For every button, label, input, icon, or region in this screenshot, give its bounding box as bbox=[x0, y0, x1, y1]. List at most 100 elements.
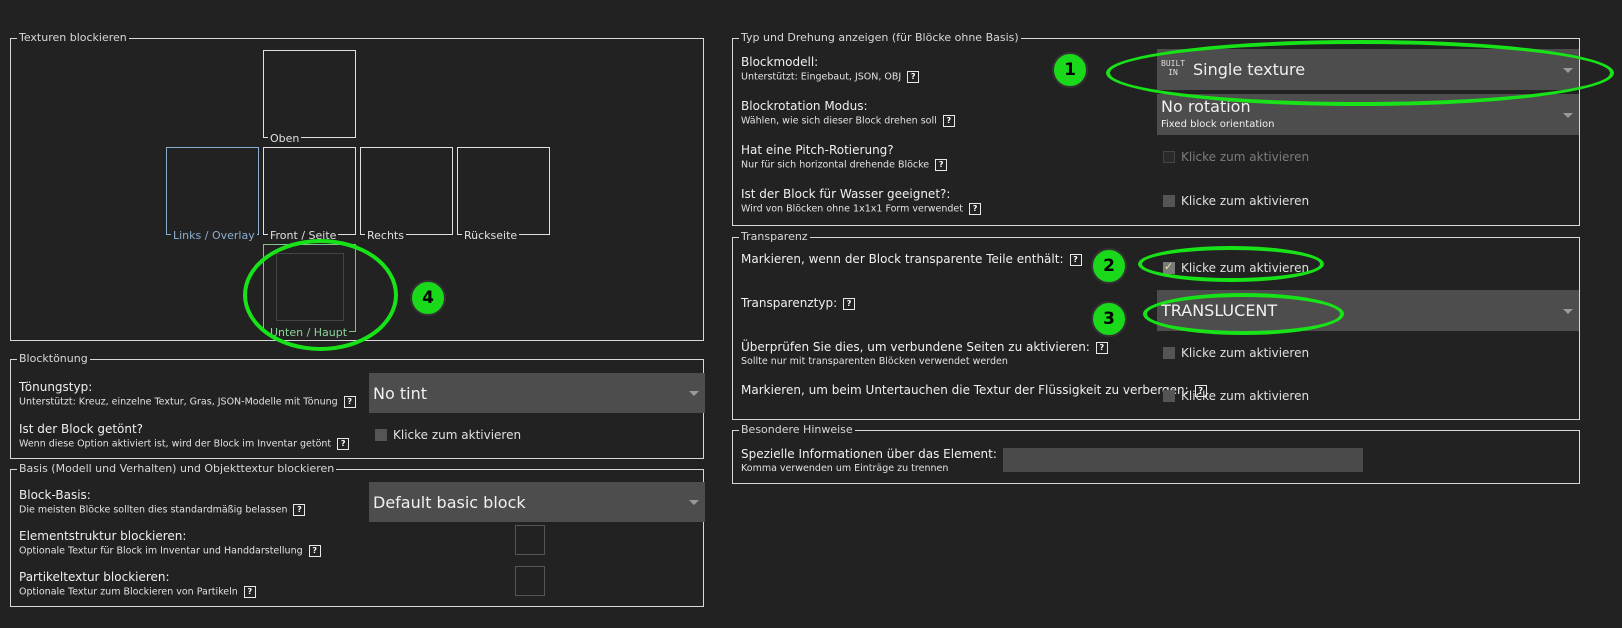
connected-checkbox[interactable]: Klicke zum aktivieren bbox=[1163, 346, 1309, 360]
help-icon[interactable]: ? bbox=[343, 396, 356, 408]
help-icon[interactable]: ? bbox=[935, 159, 948, 171]
water-checkbox[interactable]: Klicke zum aktivieren bbox=[1163, 194, 1309, 208]
annotation-ellipse-4 bbox=[243, 239, 398, 351]
help-icon[interactable]: ? bbox=[969, 203, 982, 215]
model-sub: Unterstützt: Eingebaut, JSON, OBJ? bbox=[741, 71, 920, 83]
model-row: Blockmodell: Unterstützt: Eingebaut, JSO… bbox=[741, 55, 920, 83]
water-check-label: Klicke zum aktivieren bbox=[1181, 194, 1310, 208]
is-tinted-row: Ist der Block getönt? Wenn diese Option … bbox=[19, 422, 350, 450]
particle-texture-row: Partikeltextur blockieren: Optionale Tex… bbox=[19, 570, 256, 598]
rotation-sub: Wählen, wie sich dieser Block drehen sol… bbox=[741, 115, 955, 127]
annotation-badge-4: 4 bbox=[410, 280, 446, 316]
checkbox-box[interactable] bbox=[1163, 195, 1175, 207]
annotation-ellipse-1 bbox=[1106, 40, 1614, 106]
transparency-type-row: Transparenztyp:? bbox=[741, 296, 856, 310]
particle-texture-sub: Optionale Textur zum Blockieren von Part… bbox=[19, 586, 256, 598]
help-icon[interactable]: ? bbox=[1095, 341, 1108, 354]
is-tinted-checkbox[interactable]: Klicke zum aktivieren bbox=[375, 428, 521, 442]
texture-slot-top-label: Oben bbox=[268, 132, 302, 145]
chevron-down-icon bbox=[689, 391, 699, 396]
base-dropdown[interactable]: Default basic block bbox=[369, 482, 705, 522]
tint-panel-title: Blocktönung bbox=[17, 352, 90, 365]
info-input[interactable] bbox=[1003, 448, 1363, 472]
base-value: Default basic block bbox=[373, 493, 526, 512]
connected-label: Überprüfen Sie dies, um verbundene Seite… bbox=[741, 340, 1108, 354]
help-icon[interactable]: ? bbox=[907, 71, 920, 83]
has-transparency-row: Markieren, wenn der Block transparente T… bbox=[741, 252, 1082, 266]
texture-slot-right-label: Rechts bbox=[365, 229, 406, 242]
item-texture-slot[interactable] bbox=[515, 525, 545, 555]
info-sub: Komma verwenden um Einträge zu trennen bbox=[741, 463, 949, 474]
texture-slot-back-label: Rückseite bbox=[462, 229, 520, 242]
checkbox-box[interactable] bbox=[1163, 151, 1175, 163]
pitch-checkbox[interactable]: Klicke zum aktivieren bbox=[1163, 150, 1309, 164]
has-transparency-label: Markieren, wenn der Block transparente T… bbox=[741, 252, 1082, 266]
annotation-badge-1: 1 bbox=[1052, 52, 1088, 88]
is-tinted-check-label: Klicke zum aktivieren bbox=[393, 428, 522, 442]
info-label: Spezielle Informationen über das Element… bbox=[741, 447, 1015, 461]
notes-panel-title: Besondere Hinweise bbox=[739, 423, 855, 436]
connected-check-label: Klicke zum aktivieren bbox=[1181, 346, 1310, 360]
pitch-sub: Nur für sich horizontal drehende Blöcke? bbox=[741, 159, 948, 171]
texture-slot-top[interactable]: Oben bbox=[263, 50, 356, 145]
checkbox-box[interactable] bbox=[1163, 390, 1175, 402]
item-texture-row: Elementstruktur blockieren: Optionale Te… bbox=[19, 529, 321, 557]
chevron-down-icon bbox=[1563, 308, 1573, 314]
chevron-down-icon bbox=[1563, 112, 1573, 118]
tint-type-value: No tint bbox=[373, 384, 427, 403]
rotation-label: Blockrotation Modus: bbox=[741, 99, 868, 113]
tint-type-sub: Unterstützt: Kreuz, einzelne Textur, Gra… bbox=[19, 396, 356, 408]
particle-texture-label: Partikeltextur blockieren: bbox=[19, 570, 170, 584]
annotation-ellipse-2 bbox=[1138, 246, 1324, 282]
texture-panel-title: Texturen blockieren bbox=[17, 31, 129, 44]
tint-type-label: Tönungstyp: bbox=[19, 380, 93, 394]
item-texture-sub: Optionale Textur für Block im Inventar u… bbox=[19, 545, 321, 557]
item-texture-label: Elementstruktur blockieren: bbox=[19, 529, 187, 543]
annotation-badge-3: 3 bbox=[1091, 301, 1127, 337]
base-panel: Basis (Modell und Verhalten) und Objektt… bbox=[10, 462, 705, 607]
tint-panel: Blocktönung Tönungstyp: Unterstützt: Kre… bbox=[10, 352, 705, 459]
help-icon[interactable]: ? bbox=[843, 297, 856, 310]
notes-panel: Besondere Hinweise Spezielle Information… bbox=[732, 423, 1580, 484]
texture-slot-right[interactable]: Rechts bbox=[360, 147, 453, 242]
base-panel-title: Basis (Modell und Verhalten) und Objektt… bbox=[17, 462, 337, 475]
annotation-ellipse-3 bbox=[1143, 293, 1344, 335]
particle-texture-slot[interactable] bbox=[515, 566, 545, 596]
fluid-row: Markieren, um beim Untertauchen die Text… bbox=[741, 383, 1207, 397]
help-icon[interactable]: ? bbox=[243, 586, 256, 598]
connected-sub: Sollte nur mit transparenten Blöcken ver… bbox=[741, 356, 1008, 367]
texture-slot-front[interactable]: Front / Seite bbox=[263, 147, 356, 242]
pitch-label: Hat eine Pitch-Rotierung? bbox=[741, 143, 894, 157]
fluid-check-label: Klicke zum aktivieren bbox=[1181, 389, 1310, 403]
help-icon[interactable]: ? bbox=[1069, 253, 1082, 266]
water-row: Ist der Block für Wasser geeignet?: Wird… bbox=[741, 187, 982, 215]
water-label: Ist der Block für Wasser geeignet?: bbox=[741, 187, 951, 201]
help-icon[interactable]: ? bbox=[308, 545, 321, 557]
base-row: Block-Basis: Die meisten Blöcke sollten … bbox=[19, 488, 306, 516]
texture-slot-left[interactable]: Links / Overlay bbox=[166, 147, 259, 242]
fluid-checkbox[interactable]: Klicke zum aktivieren bbox=[1163, 389, 1309, 403]
tint-type-row: Tönungstyp: Unterstützt: Kreuz, einzelne… bbox=[19, 380, 356, 408]
pitch-row: Hat eine Pitch-Rotierung? Nur für sich h… bbox=[741, 143, 948, 171]
texture-slot-left-label: Links / Overlay bbox=[171, 229, 257, 242]
checkbox-box[interactable] bbox=[375, 429, 387, 441]
chevron-down-icon bbox=[689, 500, 699, 505]
texture-slot-back[interactable]: Rückseite bbox=[457, 147, 550, 242]
checkbox-box[interactable] bbox=[1163, 347, 1175, 359]
model-label: Blockmodell: bbox=[741, 55, 819, 69]
is-tinted-label: Ist der Block getönt? bbox=[19, 422, 144, 436]
rotation-value-sub: Fixed block orientation bbox=[1161, 119, 1275, 130]
annotation-badge-2: 2 bbox=[1091, 248, 1127, 284]
transparency-type-label: Transparenztyp:? bbox=[741, 296, 856, 310]
water-sub: Wird von Blöcken ohne 1x1x1 Form verwend… bbox=[741, 203, 982, 215]
tint-type-dropdown[interactable]: No tint bbox=[369, 373, 705, 413]
help-icon[interactable]: ? bbox=[337, 438, 350, 450]
info-row: Spezielle Informationen über das Element… bbox=[741, 447, 1015, 474]
type-panel-title: Typ und Drehung anzeigen (für Blöcke ohn… bbox=[739, 31, 1021, 44]
rotation-row: Blockrotation Modus: Wählen, wie sich di… bbox=[741, 99, 955, 127]
fluid-label: Markieren, um beim Untertauchen die Text… bbox=[741, 383, 1207, 397]
is-tinted-sub: Wenn diese Option aktiviert ist, wird de… bbox=[19, 438, 350, 450]
help-icon[interactable]: ? bbox=[293, 504, 306, 516]
help-icon[interactable]: ? bbox=[942, 115, 955, 127]
connected-row: Überprüfen Sie dies, um verbundene Seite… bbox=[741, 340, 1108, 367]
